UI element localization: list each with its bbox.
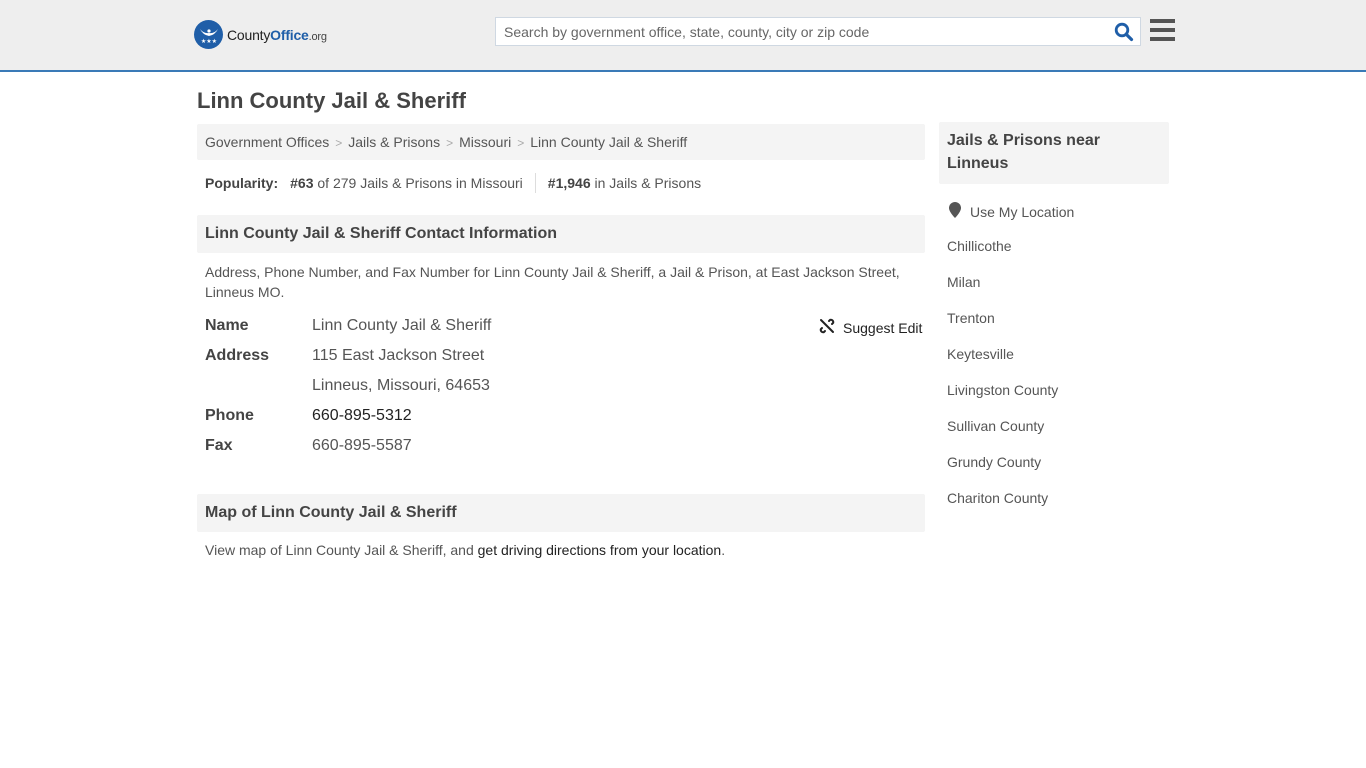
breadcrumb-separator: >: [446, 136, 454, 150]
address-row-2: Linneus, Missouri, 64653: [205, 377, 490, 395]
list-item: Sullivan County: [947, 418, 1058, 454]
nearby-link-trenton[interactable]: Trenton: [947, 310, 995, 326]
breadcrumb-separator: >: [335, 136, 343, 150]
breadcrumb-jails-prisons[interactable]: Jails & Prisons: [348, 134, 440, 150]
name-label: Name: [205, 317, 249, 334]
list-item: Chillicothe: [947, 238, 1058, 274]
nearby-link-keytesville[interactable]: Keytesville: [947, 346, 1014, 362]
address-line1: 115 East Jackson Street: [312, 347, 485, 364]
nearby-link-chillicothe[interactable]: Chillicothe: [947, 238, 1012, 254]
address-label: Address: [205, 347, 270, 364]
search-box: [495, 17, 1141, 46]
popularity-divider: [534, 173, 536, 193]
sidebar-heading: Jails & Prisons near Linneus: [939, 122, 1169, 184]
nearby-list: Chillicothe Milan Trenton Keytesville Li…: [947, 238, 1058, 526]
use-my-location-link[interactable]: Use My Location: [970, 204, 1074, 220]
name-value: Linn County Jail & Sheriff: [312, 317, 492, 334]
hamburger-menu-icon[interactable]: [1150, 19, 1175, 41]
breadcrumb-separator: >: [517, 136, 525, 150]
page-title: Linn County Jail & Sheriff: [197, 88, 466, 113]
logo-text: CountyOffice.org: [227, 26, 327, 43]
list-item: Grundy County: [947, 454, 1058, 490]
state-rank-text: of 279 Jails & Prisons in Missouri: [317, 175, 523, 191]
contact-heading: Linn County Jail & Sheriff Contact Infor…: [197, 215, 925, 253]
breadcrumb-government-offices[interactable]: Government Offices: [205, 134, 329, 150]
svg-text:★★★: ★★★: [200, 38, 216, 45]
use-my-location[interactable]: Use My Location: [949, 202, 1074, 221]
search-input[interactable]: [496, 18, 1106, 45]
list-item: Chariton County: [947, 490, 1058, 526]
nearby-link-sullivan-county[interactable]: Sullivan County: [947, 418, 1044, 434]
popularity-bar: Popularity: #63 of 279 Jails & Prisons i…: [205, 173, 701, 193]
breadcrumb: Government Offices > Jails & Prisons > Misso…: [197, 124, 925, 160]
eagle-stars-logo-icon: ★★★: [194, 20, 223, 49]
breadcrumb-missouri[interactable]: Missouri: [459, 134, 511, 150]
suggest-edit[interactable]: Suggest Edit: [819, 318, 922, 337]
map-heading: Map of Linn County Jail & Sheriff: [197, 494, 925, 532]
list-item: Keytesville: [947, 346, 1058, 382]
suggest-edit-link[interactable]: Suggest Edit: [843, 320, 922, 336]
address-row: Address 115 East Jackson Street: [205, 347, 484, 365]
national-rank-text: in Jails & Prisons: [594, 175, 702, 191]
popularity-label: Popularity:: [205, 175, 279, 191]
driving-directions-link[interactable]: get driving directions from your locatio…: [478, 542, 722, 558]
nearby-link-milan[interactable]: Milan: [947, 274, 980, 290]
fax-value: 660-895-5587: [312, 437, 412, 454]
nearby-link-chariton-county[interactable]: Chariton County: [947, 490, 1048, 506]
phone-label: Phone: [205, 407, 254, 424]
breadcrumb-current[interactable]: Linn County Jail & Sheriff: [530, 134, 687, 150]
phone-row: Phone 660-895-5312: [205, 407, 412, 425]
phone-link[interactable]: 660-895-5312: [312, 407, 412, 424]
name-row: Name Linn County Jail & Sheriff: [205, 317, 491, 335]
list-item: Livingston County: [947, 382, 1058, 418]
fax-label: Fax: [205, 437, 233, 454]
list-item: Trenton: [947, 310, 1058, 346]
search-icon[interactable]: [1114, 22, 1134, 42]
national-rank: #1,946: [547, 175, 591, 191]
site-header: ★★★ CountyOffice.org: [0, 0, 1366, 72]
state-rank: #63: [290, 175, 314, 191]
map-pin-icon: [949, 202, 970, 221]
contact-description: Address, Phone Number, and Fax Number fo…: [205, 264, 900, 300]
map-description: View map of Linn County Jail & Sheriff, …: [205, 542, 726, 558]
fax-row: Fax 660-895-5587: [205, 437, 412, 455]
address-line2: Linneus, Missouri, 64653: [312, 377, 490, 394]
list-item: Milan: [947, 274, 1058, 310]
broken-link-icon: [819, 318, 843, 337]
site-logo[interactable]: ★★★ CountyOffice.org: [194, 20, 327, 49]
nearby-link-livingston-county[interactable]: Livingston County: [947, 382, 1058, 398]
nearby-link-grundy-county[interactable]: Grundy County: [947, 454, 1041, 470]
